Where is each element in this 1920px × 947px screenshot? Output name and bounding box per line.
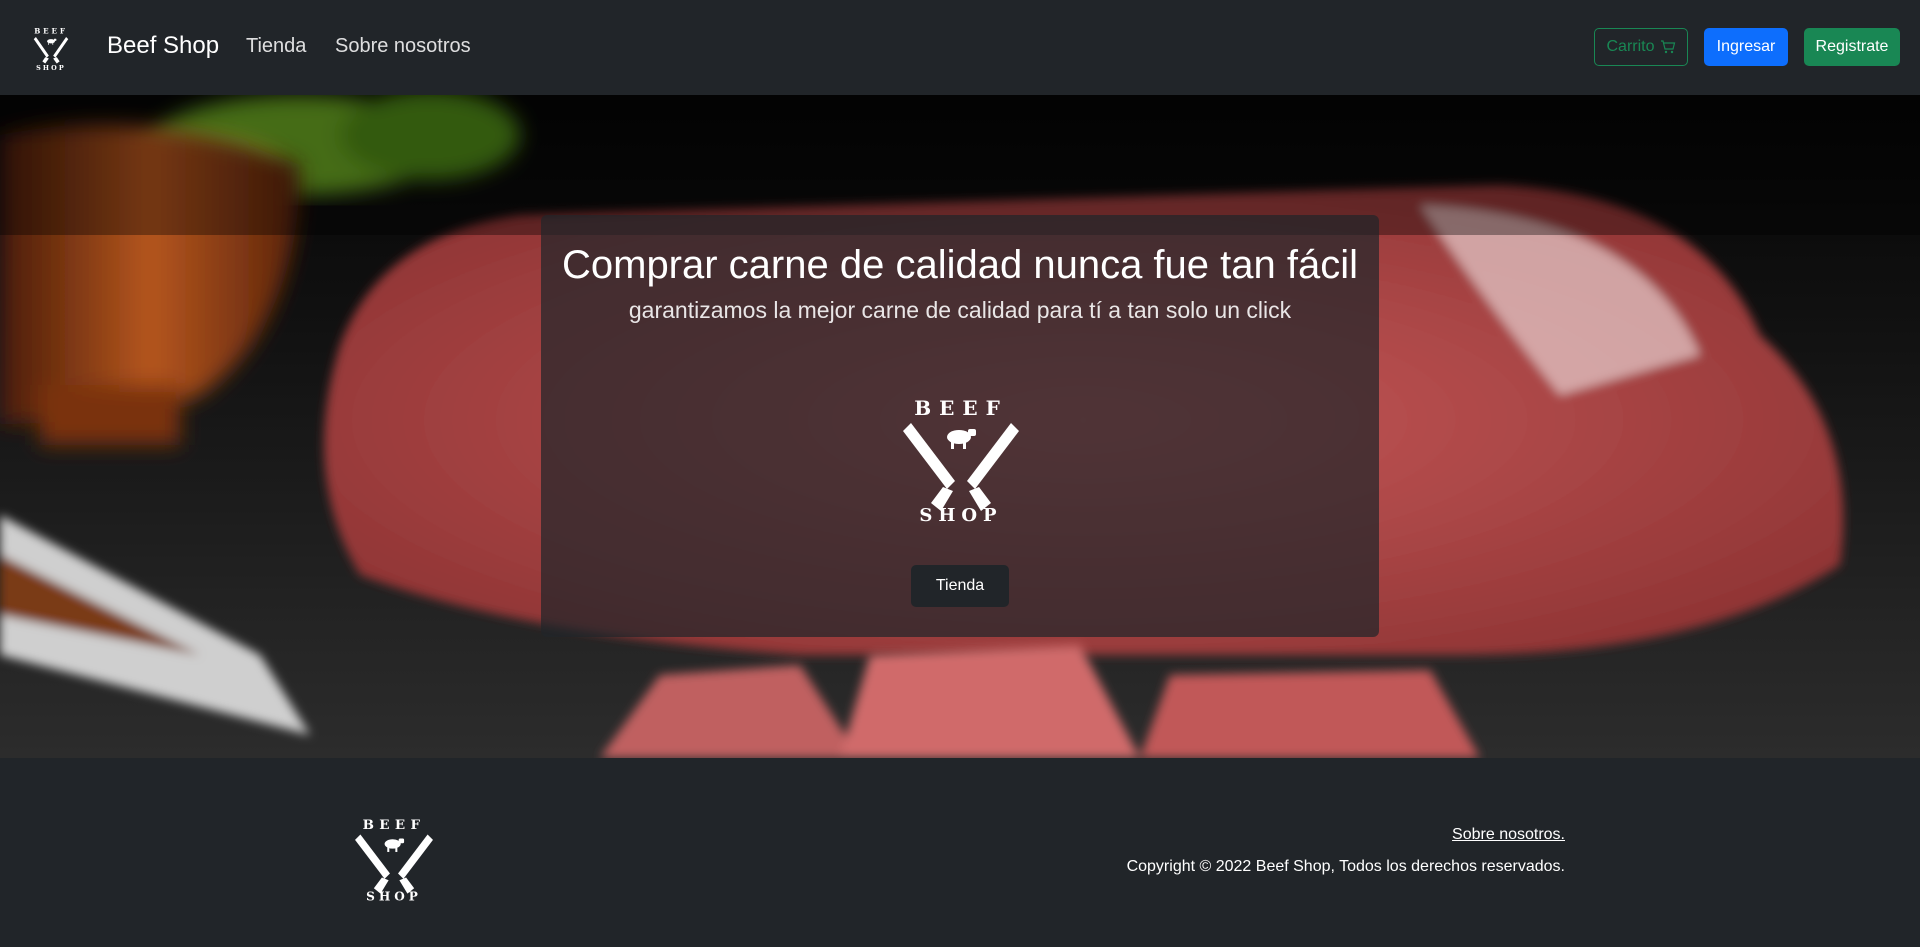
footer: BEEF SHOP Sobre nosotros. Copyright © 20…	[0, 758, 1920, 947]
hero-subtitle: garantizamos la mejor carne de calidad p…	[628, 297, 1292, 323]
svg-text:BEEF: BEEF	[363, 817, 426, 833]
nav-link-sobre-nosotros[interactable]: Sobre nosotros	[335, 35, 471, 58]
nav-link-tienda[interactable]: Tienda	[246, 35, 306, 58]
hero-section: Comprar carne de calidad nunca fue tan f…	[0, 95, 1920, 758]
beef-shop-logo[interactable]: BEEF SHOP	[28, 22, 74, 72]
beef-shop-logo: BEEF SHOP	[903, 396, 1019, 523]
hero-title: Comprar carne de calidad nunca fue tan f…	[561, 243, 1358, 287]
svg-text:BEEF: BEEF	[34, 26, 68, 35]
beef-shop-logo: BEEF SHOP	[355, 817, 433, 903]
cart-icon	[1660, 40, 1675, 54]
hero-card: Comprar carne de calidad nunca fue tan f…	[541, 215, 1379, 637]
svg-text:SHOP: SHOP	[919, 505, 1002, 523]
tienda-button[interactable]: Tienda	[911, 565, 1009, 607]
footer-link-sobre-nosotros[interactable]: Sobre nosotros.	[1452, 826, 1565, 844]
cart-button[interactable]: Carrito	[1594, 28, 1688, 66]
svg-text:BEEF: BEEF	[914, 396, 1008, 420]
svg-text:SHOP: SHOP	[36, 64, 66, 72]
copyright-text: Copyright © 2022 Beef Shop, Todos los de…	[1126, 858, 1565, 875]
cart-button-label: Carrito	[1606, 38, 1655, 55]
register-button[interactable]: Registrate	[1804, 28, 1900, 66]
login-button[interactable]: Ingresar	[1704, 28, 1788, 66]
svg-text:SHOP: SHOP	[366, 889, 422, 903]
brand-name[interactable]: Beef Shop	[107, 32, 219, 60]
navbar: BEEF SHOP Beef Shop Tienda Sobre nosotro…	[0, 0, 1920, 95]
